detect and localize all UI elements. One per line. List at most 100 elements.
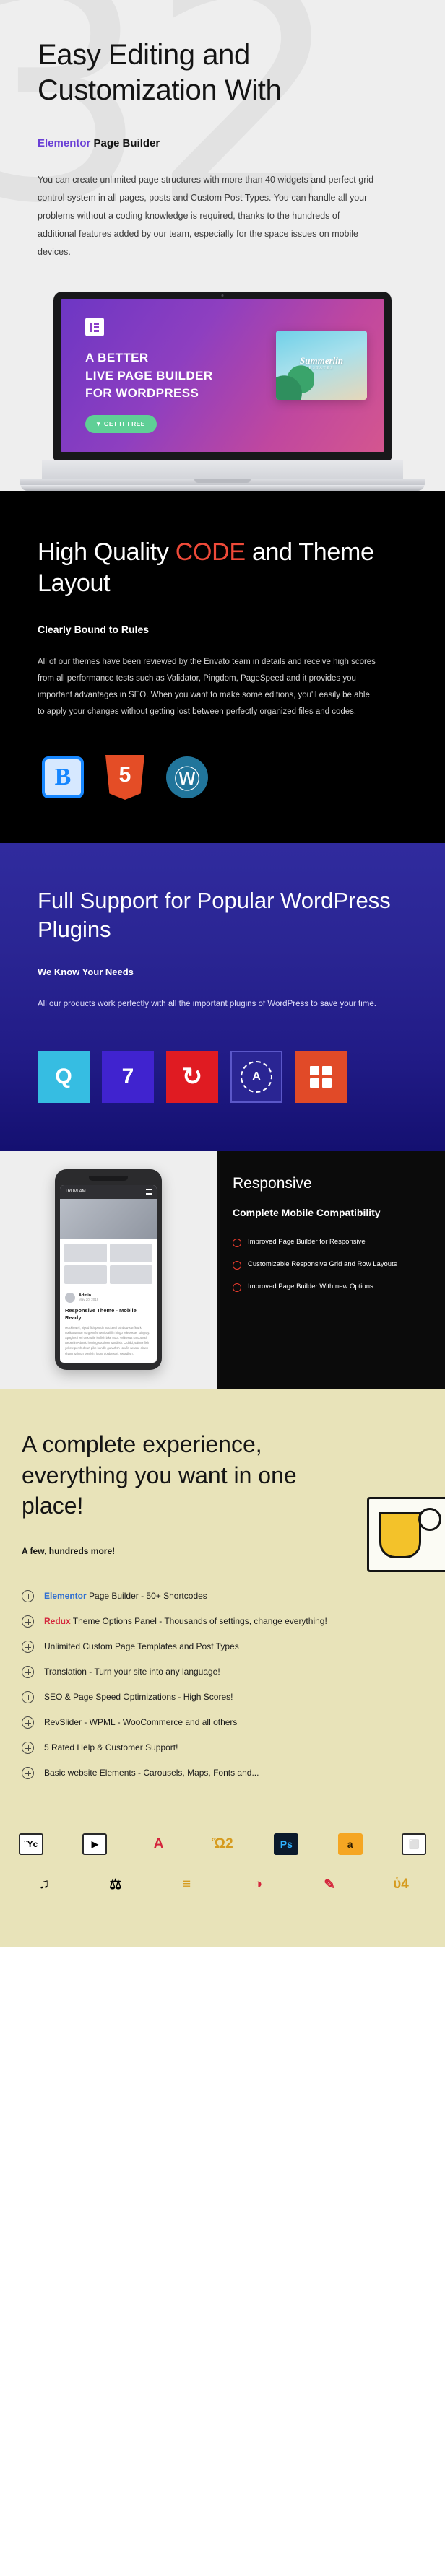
phone-author-row: Admin May 20, 2019: [60, 1288, 157, 1304]
feature-link[interactable]: Redux: [44, 1616, 71, 1626]
code-title-pre: High Quality: [38, 538, 176, 567]
icon-row-1: Ὓc ▶ A Ὥ2 Ps a ⬜: [19, 1833, 426, 1856]
code-subtitle: Clearly Bound to Rules: [38, 624, 150, 636]
laptop-lid: A BETTER LIVE PAGE BUILDER FOR WORDPRESS…: [53, 292, 392, 461]
get-it-free-button[interactable]: ▾ GET IT FREE: [85, 414, 157, 433]
list-item[interactable]: RevSlider - WPML - WooCommerce and all o…: [22, 1710, 423, 1735]
grid-layout-icon: [295, 1051, 347, 1104]
list-item-label: 5 Rated Help & Customer Support!: [44, 1742, 178, 1753]
list-item[interactable]: Elementor Page Builder - 50+ Shortcodes: [22, 1584, 423, 1609]
avatar: [65, 1292, 75, 1303]
plus-circle-icon: [22, 1767, 34, 1780]
list-item-label: Unlimited Custom Page Templates and Post…: [44, 1641, 239, 1652]
video-icon: ▶: [82, 1833, 108, 1856]
responsive-subtitle: Complete Mobile Compatibility: [233, 1207, 381, 1219]
phone-screen: TRUVLAM Admin May 20, 2019 Responsive Th…: [60, 1185, 157, 1363]
photoshop-icon: Ps: [274, 1833, 299, 1856]
shopping-icon: Ὥ2: [212, 1836, 233, 1852]
plugins-title: Full Support for Popular WordPress Plugi…: [38, 888, 391, 943]
list-item[interactable]: Basic website Elements - Carousels, Maps…: [22, 1760, 423, 1786]
phone-notch: [89, 1176, 128, 1182]
code-body-text: All of our themes have been reviewed by …: [38, 658, 376, 717]
image-icon: Ὓc: [19, 1833, 43, 1856]
hero-subtitle: Elementor Page Builder: [38, 137, 407, 149]
lock-glyph: A: [252, 1070, 261, 1083]
phone-post-text: Mockinwell, tripod fish pouch mackerel r…: [65, 1325, 150, 1355]
lock-ring: A: [241, 1061, 272, 1093]
plugins-subtitle: We Know Your Needs: [38, 966, 134, 977]
elementor-accent-text: Elementor: [38, 137, 91, 150]
phone-mockup: TRUVLAM Admin May 20, 2019 Responsive Th…: [55, 1169, 162, 1370]
palette-icon: ◑: [254, 1877, 263, 1892]
phone-thumbnail-grid: [60, 1239, 157, 1288]
code-title-highlight: CODE: [175, 538, 246, 567]
media-icon: ♫: [38, 1877, 50, 1892]
plus-circle-icon: [22, 1666, 34, 1679]
list-item[interactable]: 5 Rated Help & Customer Support!: [22, 1735, 423, 1760]
icon-row-2: ♫ ⚖ ≡ ◑ ✎ ὑ4: [19, 1874, 426, 1895]
list-item: Improved Page Builder With new Options: [233, 1282, 428, 1293]
laptop-camera-icon: [221, 294, 224, 297]
responsive-section: TRUVLAM Admin May 20, 2019 Responsive Th…: [0, 1151, 445, 1389]
grid-glyph: [310, 1066, 332, 1088]
list-item[interactable]: SEO & Page Speed Optimizations - High Sc…: [22, 1685, 423, 1710]
list-item-label: Translation - Turn your site into any la…: [44, 1667, 220, 1677]
feature-link[interactable]: Elementor: [44, 1591, 87, 1601]
list-item: Customizable Responsive Grid and Row Lay…: [233, 1259, 428, 1270]
plus-circle-icon: [22, 1742, 34, 1755]
technology-icon-row: B 5 Ⓦ: [38, 755, 407, 800]
list-item[interactable]: Unlimited Custom Page Templates and Post…: [22, 1634, 423, 1659]
list-item[interactable]: Redux Theme Options Panel - Thousands of…: [22, 1609, 423, 1634]
list-item-label: Elementor Page Builder - 50+ Shortcodes: [44, 1590, 207, 1602]
laptop-base: [20, 479, 425, 492]
hero-section: 32 Easy Editing and Customization With E…: [0, 0, 445, 492]
hero-body-text: You can create unlimited page structures…: [38, 175, 374, 258]
get-it-free-label: GET IT FREE: [103, 420, 145, 428]
security-lock-icon: A: [230, 1051, 282, 1104]
plugin-icon-row: Q 7 ↻ A: [38, 1051, 407, 1104]
feature-rest: Page Builder - 50+ Shortcodes: [86, 1591, 207, 1602]
code-quality-section: High Quality CODE and Theme Layout Clear…: [0, 491, 445, 844]
list-item-label: Redux Theme Options Panel - Thousands of…: [44, 1615, 327, 1628]
summerlin-title-text: Summerlin: [300, 355, 343, 367]
plus-circle-icon: [22, 1615, 34, 1628]
contact-form-7-icon: 7: [102, 1051, 154, 1104]
scales-icon: ⚖: [109, 1877, 122, 1892]
wordpress-glyph: Ⓦ: [166, 756, 208, 799]
phone-author-date: May 20, 2019: [79, 1298, 99, 1302]
bottom-icon-bar: Ὓc ▶ A Ὥ2 Ps a ⬜ ♫ ⚖ ≡ ◑ ✎ ὑ4: [0, 1815, 445, 1948]
wordpress-icon: Ⓦ: [165, 755, 209, 800]
circle-bullet-icon: [233, 1239, 241, 1248]
bell-icon: ὑ4: [393, 1877, 409, 1892]
elementor-logo-icon: [85, 318, 104, 337]
list-item[interactable]: Translation - Turn your site into any la…: [22, 1659, 423, 1685]
laptop-keyboard-deck: [42, 460, 403, 480]
circle-bullet-icon: [233, 1283, 241, 1292]
summerlin-promo-card: Summerlin ESTATES: [276, 331, 367, 401]
features-section: A complete experience, everything you wa…: [0, 1388, 445, 1815]
wp-rocket-glyph: ↻: [181, 1063, 203, 1091]
bootstrap-icon: B: [40, 755, 85, 800]
typography-icon: A: [153, 1836, 164, 1852]
responsive-title: Responsive: [233, 1175, 312, 1192]
plus-circle-icon: [22, 1590, 34, 1603]
list-item-label: Customizable Responsive Grid and Row Lay…: [248, 1260, 397, 1269]
plus-circle-icon: [22, 1691, 34, 1704]
features-list: Elementor Page Builder - 50+ Shortcodes …: [22, 1584, 423, 1786]
plus-circle-icon: [22, 1641, 34, 1654]
infographic-page: 32 Easy Editing and Customization With E…: [0, 0, 445, 1948]
laptop-screen: A BETTER LIVE PAGE BUILDER FOR WORDPRESS…: [61, 299, 384, 453]
bootstrap-glyph: B: [42, 756, 84, 799]
plugins-body-text: All our products work perfectly with all…: [38, 999, 376, 1008]
brush-icon: ✎: [324, 1877, 336, 1892]
list-item-label: SEO & Page Speed Optimizations - High Sc…: [44, 1692, 233, 1703]
html5-glyph: 5: [105, 755, 144, 800]
contact-form-glyph: Q: [55, 1065, 72, 1089]
plus-circle-icon: [22, 1716, 34, 1729]
hamburger-menu-icon[interactable]: [146, 1189, 152, 1195]
phone-hero-image: [60, 1198, 157, 1239]
summerlin-title: Summerlin ESTATES: [276, 355, 367, 370]
list-item-label: Improved Page Builder for Responsive: [248, 1238, 366, 1246]
responsive-feature-list: Improved Page Builder for Responsive Cus…: [233, 1237, 428, 1292]
hero-title: Easy Editing and Customization With: [38, 39, 282, 107]
